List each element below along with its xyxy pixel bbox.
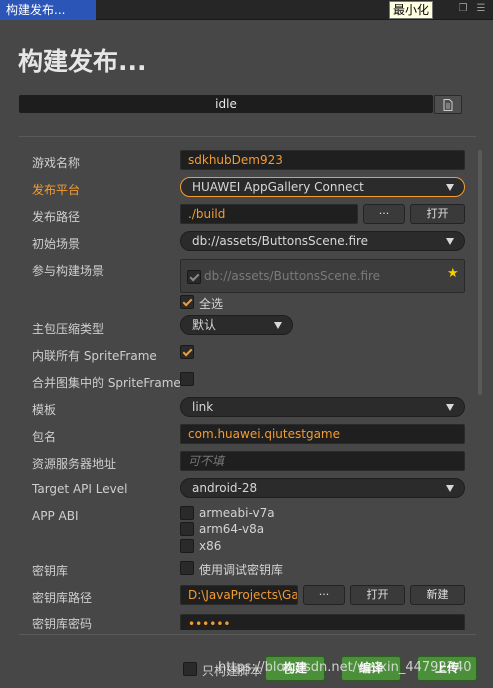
keystore-path-open-button[interactable]: 打开 — [350, 585, 405, 605]
abi-x86-checkbox[interactable] — [180, 539, 194, 553]
header-divider — [19, 136, 476, 137]
scene-checkbox[interactable] — [187, 270, 201, 284]
build-status: idle — [215, 97, 237, 111]
chevron-down-icon — [446, 184, 454, 191]
keystore-password-input[interactable]: •••••• — [180, 614, 465, 630]
minimize-tooltip: 最小化 — [389, 1, 434, 19]
start-scene-label: 初始场景 — [32, 237, 81, 251]
start-scene-select[interactable]: db://assets/ButtonsScene.fire — [180, 231, 465, 251]
abi-armeabi-checkbox[interactable] — [180, 506, 194, 520]
platform-label: 发布平台 — [32, 183, 81, 197]
keystore-password-label: 密钥库密码 — [32, 617, 93, 630]
star-icon: ★ — [447, 266, 459, 281]
inline-spriteframe-checkbox[interactable] — [180, 345, 194, 359]
chevron-down-icon — [446, 404, 454, 411]
window-titlebar: 构建发布... 最小化 ❐ ☰ — [0, 0, 493, 20]
abi-arm64-checkbox[interactable] — [180, 522, 194, 536]
resource-server-input[interactable]: 可不填 — [180, 451, 465, 471]
chevron-down-icon — [446, 485, 454, 492]
debug-keystore-label: 使用调试密钥库 — [199, 563, 284, 577]
included-scenes-label: 参与构建场景 — [32, 264, 105, 278]
start-scene-value: db://assets/ButtonsScene.fire — [192, 234, 369, 248]
restore-icon[interactable]: ❐ — [457, 3, 469, 15]
scene-item: db://assets/ButtonsScene.fire — [204, 269, 381, 283]
keystore-path-browse-button[interactable]: ··· — [303, 585, 345, 605]
template-value: link — [192, 400, 214, 414]
compression-select[interactable]: 默认 — [180, 315, 293, 335]
keystore-label: 密钥库 — [32, 564, 69, 578]
scrollbar[interactable] — [478, 150, 482, 395]
build-path-input[interactable]: ./build — [180, 204, 358, 224]
app-abi-label: APP ABI — [32, 509, 79, 523]
platform-select[interactable]: HUAWEI AppGallery Connect — [180, 177, 465, 197]
template-select[interactable]: link — [180, 397, 465, 417]
target-api-label: Target API Level — [32, 482, 128, 496]
debug-keystore-checkbox[interactable] — [180, 561, 194, 575]
target-api-select[interactable]: android-28 — [180, 478, 465, 498]
window-tab[interactable]: 构建发布... — [0, 0, 96, 20]
build-scripts-only-checkbox[interactable] — [183, 662, 197, 676]
keystore-path-input[interactable]: D:\JavaProjects\Gar — [180, 585, 298, 605]
keystore-path-label: 密钥库路径 — [32, 591, 93, 605]
game-name-label: 游戏名称 — [32, 156, 81, 170]
footer-divider — [19, 634, 476, 635]
document-icon — [443, 99, 453, 111]
compression-value: 默认 — [192, 318, 217, 332]
merge-spriteframe-label: 合并图集中的 SpriteFrame — [32, 376, 181, 390]
merge-spriteframe-checkbox[interactable] — [180, 372, 194, 386]
build-path-browse-button[interactable]: ··· — [363, 204, 405, 224]
target-api-value: android-28 — [192, 481, 258, 495]
package-name-label: 包名 — [32, 430, 57, 444]
watermark: https://blog.csdn.net/weixin_44792240 — [218, 660, 472, 675]
open-log-button[interactable] — [434, 95, 462, 114]
page-title: 构建发布... — [18, 47, 147, 76]
resource-server-label: 资源服务器地址 — [32, 457, 117, 471]
abi-armeabi-label: armeabi-v7a — [199, 506, 275, 520]
keystore-new-button[interactable]: 新建 — [410, 585, 465, 605]
package-name-input[interactable]: com.huawei.qiutestgame — [180, 424, 465, 444]
menu-icon[interactable]: ☰ — [475, 3, 487, 15]
platform-value: HUAWEI AppGallery Connect — [192, 180, 364, 194]
abi-arm64-label: arm64-v8a — [199, 522, 265, 536]
build-path-label: 发布路径 — [32, 210, 81, 224]
build-progress-bar: idle — [19, 95, 433, 113]
chevron-down-icon — [446, 238, 454, 245]
select-all-label: 全选 — [199, 297, 224, 311]
keystore-password-row: 密钥库密码 •••••• — [0, 608, 493, 630]
build-path-open-button[interactable]: 打开 — [410, 204, 465, 224]
template-label: 模板 — [32, 403, 57, 417]
game-name-input[interactable]: sdkhubDem923 — [180, 150, 465, 170]
chevron-down-icon — [274, 322, 282, 329]
compression-label: 主包压缩类型 — [32, 322, 105, 336]
inline-spriteframe-label: 内联所有 SpriteFrame — [32, 349, 157, 363]
abi-x86-label: x86 — [199, 539, 222, 553]
select-all-checkbox[interactable] — [180, 295, 194, 309]
